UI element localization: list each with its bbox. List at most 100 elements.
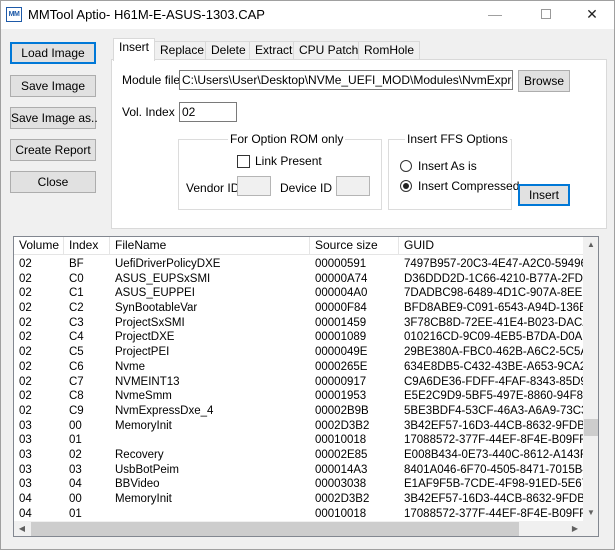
insert-as-is-radio[interactable] — [400, 160, 412, 172]
tab-insert[interactable]: Insert — [113, 38, 156, 61]
filename-cell: ASUS_EUPSxSMI — [115, 272, 211, 285]
column-header-volume[interactable]: Volume — [14, 237, 64, 255]
index-cell: BF — [69, 258, 84, 270]
table-row[interactable]: 02 C6 Nvme 0000265E 634E8DB5-C432-43BE-A653-… — [14, 360, 583, 375]
filename-cell: ProjectSxSMI — [115, 316, 185, 329]
filename-cell: ProjectPEI — [115, 346, 170, 359]
save-image-button[interactable]: Save Image — [10, 75, 96, 97]
maximize-button[interactable] — [523, 1, 569, 29]
create-report-button[interactable]: Create Report — [10, 139, 96, 161]
device-id-input[interactable] — [336, 176, 370, 196]
column-header-index[interactable]: Index — [64, 237, 110, 255]
volume-cell: 02 — [19, 287, 32, 300]
table-row[interactable]: 02 C0 ASUS_EUPSxSMI 00000A74 D36DDD2D-1C66-4… — [14, 272, 583, 287]
table-row[interactable]: 02 C1 ASUS_EUPPEI 000004A0 7DADBC98-6489-4D1… — [14, 286, 583, 301]
guid-cell: 5BE3BDF4-53CF-46A3-A6A9-73C34A — [404, 404, 583, 417]
index-cell: 00 — [69, 419, 82, 432]
volume-cell: 02 — [19, 404, 32, 417]
table-row[interactable]: 02 C8 NvmeSmm 00001953 E5E2C9D9-5BF5-497E-88… — [14, 389, 583, 404]
guid-cell: E5E2C9D9-5BF5-497E-8860-94F81A — [404, 390, 583, 403]
option-rom-group-title: For Option ROM only — [228, 132, 346, 146]
guid-cell: 8401A046-6F70-4505-8471-7015B40 — [404, 463, 583, 476]
guid-cell: E1AF9F5B-7CDE-4F98-91ED-5E6786 — [404, 478, 583, 491]
index-cell: C7 — [69, 375, 84, 388]
source-size-cell: 00000F84 — [315, 302, 367, 315]
table-row[interactable]: 03 03 UsbBotPeim 000014A3 8401A046-6F70-4505… — [14, 463, 583, 478]
table-row[interactable]: 03 00 MemoryInit 0002D3B2 3B42EF57-16D3-44CB… — [14, 419, 583, 434]
table-row[interactable]: 02 C3 ProjectSxSMI 00001459 3F78CB8D-72EE-41… — [14, 316, 583, 331]
index-cell: C8 — [69, 390, 84, 403]
horizontal-scroll-thumb[interactable] — [31, 522, 519, 536]
table-row[interactable]: 03 02 Recovery 00002E85 E008B434-0E73-440C-8… — [14, 448, 583, 463]
guid-cell: E008B434-0E73-440C-8612-A143F64 — [404, 448, 583, 461]
guid-cell: 3B42EF57-16D3-44CB-8632-9FDB06 — [404, 493, 583, 505]
minimize-button[interactable]: — — [472, 1, 518, 29]
index-cell: C4 — [69, 331, 84, 344]
vertical-scrollbar[interactable]: ▲ ▼ — [583, 237, 598, 521]
source-size-cell: 00000A74 — [315, 272, 368, 285]
scroll-left-icon[interactable]: ◀ — [14, 521, 30, 536]
volume-cell: 02 — [19, 302, 32, 315]
close-button[interactable]: Close — [10, 171, 96, 193]
tab-delete[interactable]: Delete — [205, 41, 252, 60]
vendor-id-input[interactable] — [237, 176, 271, 196]
volume-cell: 02 — [19, 258, 32, 270]
vol-index-label: Vol. Index — [122, 105, 175, 119]
source-size-cell: 0000265E — [315, 360, 368, 373]
horizontal-scrollbar[interactable]: ◀ ▶ — [14, 521, 583, 536]
column-header-guid[interactable]: GUID — [399, 237, 583, 255]
tab-replace[interactable]: Replace — [154, 41, 211, 60]
guid-cell: BFD8ABE9-C091-6543-A94D-136E5E — [404, 302, 583, 315]
index-cell: C2 — [69, 302, 84, 315]
column-header-filename[interactable]: FileName — [110, 237, 310, 255]
guid-cell: 17088572-377F-44EF-8F4E-B09FFF4 — [404, 434, 583, 447]
module-list[interactable]: Volume Index FileName Source size GUID 0… — [13, 236, 599, 537]
window-title: MMTool Aptio- H61M-E-ASUS-1303.CAP — [28, 7, 265, 22]
filename-cell: NvmeSmm — [115, 390, 172, 403]
table-row[interactable]: 02 C5 ProjectPEI 0000049E 29BE380A-FBC0-462B… — [14, 345, 583, 360]
module-file-input[interactable]: C:\Users\User\Desktop\NVMe_UEFI_MOD\Modu… — [179, 70, 513, 90]
table-row[interactable]: 03 04 BBVideo 00003038 E1AF9F5B-7CDE-4F98-91… — [14, 477, 583, 492]
filename-cell: BBVideo — [115, 478, 160, 491]
tab-cpu-patch[interactable]: CPU Patch — [293, 41, 365, 60]
vertical-scroll-thumb[interactable] — [584, 419, 598, 436]
link-present-checkbox[interactable] — [237, 155, 250, 168]
tab-extract[interactable]: Extract — [249, 41, 299, 60]
insert-button[interactable]: Insert — [518, 184, 570, 206]
volume-cell: 03 — [19, 478, 32, 491]
guid-cell: 29BE380A-FBC0-462B-A6C2-5C5A07 — [404, 346, 583, 359]
table-row[interactable]: 02 BF UefiDriverPolicyDXE 00000591 7497B957-… — [14, 257, 583, 272]
table-row[interactable]: 04 01 00010018 17088572-377F-44EF-8F4E-B09F… — [14, 507, 583, 521]
volume-cell: 03 — [19, 448, 32, 461]
guid-cell: 3F78CB8D-72EE-41E4-B023-DACA0 — [404, 316, 583, 329]
maximize-icon — [541, 9, 551, 19]
index-cell: 00 — [69, 493, 82, 505]
source-size-cell: 00001953 — [315, 390, 367, 403]
table-row[interactable]: 03 01 00010018 17088572-377F-44EF-8F4E-B09F… — [14, 433, 583, 448]
vol-index-input[interactable]: 02 — [179, 102, 237, 122]
insert-compressed-radio[interactable] — [400, 180, 412, 192]
scroll-right-icon[interactable]: ▶ — [567, 521, 583, 536]
save-image-as-button[interactable]: Save Image as.. — [10, 107, 98, 129]
load-image-button[interactable]: Load Image — [10, 42, 96, 64]
tab-romhole[interactable]: RomHole — [358, 41, 421, 60]
index-cell: 01 — [69, 507, 82, 520]
table-row[interactable]: 04 00 MemoryInit 0002D3B2 3B42EF57-16D3-44CB… — [14, 492, 583, 507]
scroll-down-icon[interactable]: ▼ — [583, 505, 598, 521]
browse-button[interactable]: Browse — [518, 70, 570, 92]
table-row[interactable]: 02 C9 NvmExpressDxe_4 00002B9B 5BE3BDF4-53CF… — [14, 404, 583, 419]
table-row[interactable]: 02 C2 SynBootableVar 00000F84 BFD8ABE9-C091-… — [14, 301, 583, 316]
table-row[interactable]: 02 C4 ProjectDXE 00001089 010216CD-9C09-4EB5… — [14, 330, 583, 345]
volume-cell: 02 — [19, 331, 32, 344]
scroll-up-icon[interactable]: ▲ — [583, 237, 598, 253]
guid-cell: D36DDD2D-1C66-4210-B77A-2FD9F — [404, 272, 583, 285]
index-cell: C1 — [69, 287, 84, 300]
close-window-button[interactable]: ✕ — [569, 1, 615, 29]
volume-cell: 02 — [19, 346, 32, 359]
link-present-label: Link Present — [255, 154, 322, 168]
column-header-source-size[interactable]: Source size — [310, 237, 399, 255]
source-size-cell: 0002D3B2 — [315, 419, 370, 432]
volume-cell: 03 — [19, 434, 32, 447]
volume-cell: 02 — [19, 390, 32, 403]
table-row[interactable]: 02 C7 NVMEINT13 00000917 C9A6DE36-FDFF-4FAF-… — [14, 375, 583, 390]
